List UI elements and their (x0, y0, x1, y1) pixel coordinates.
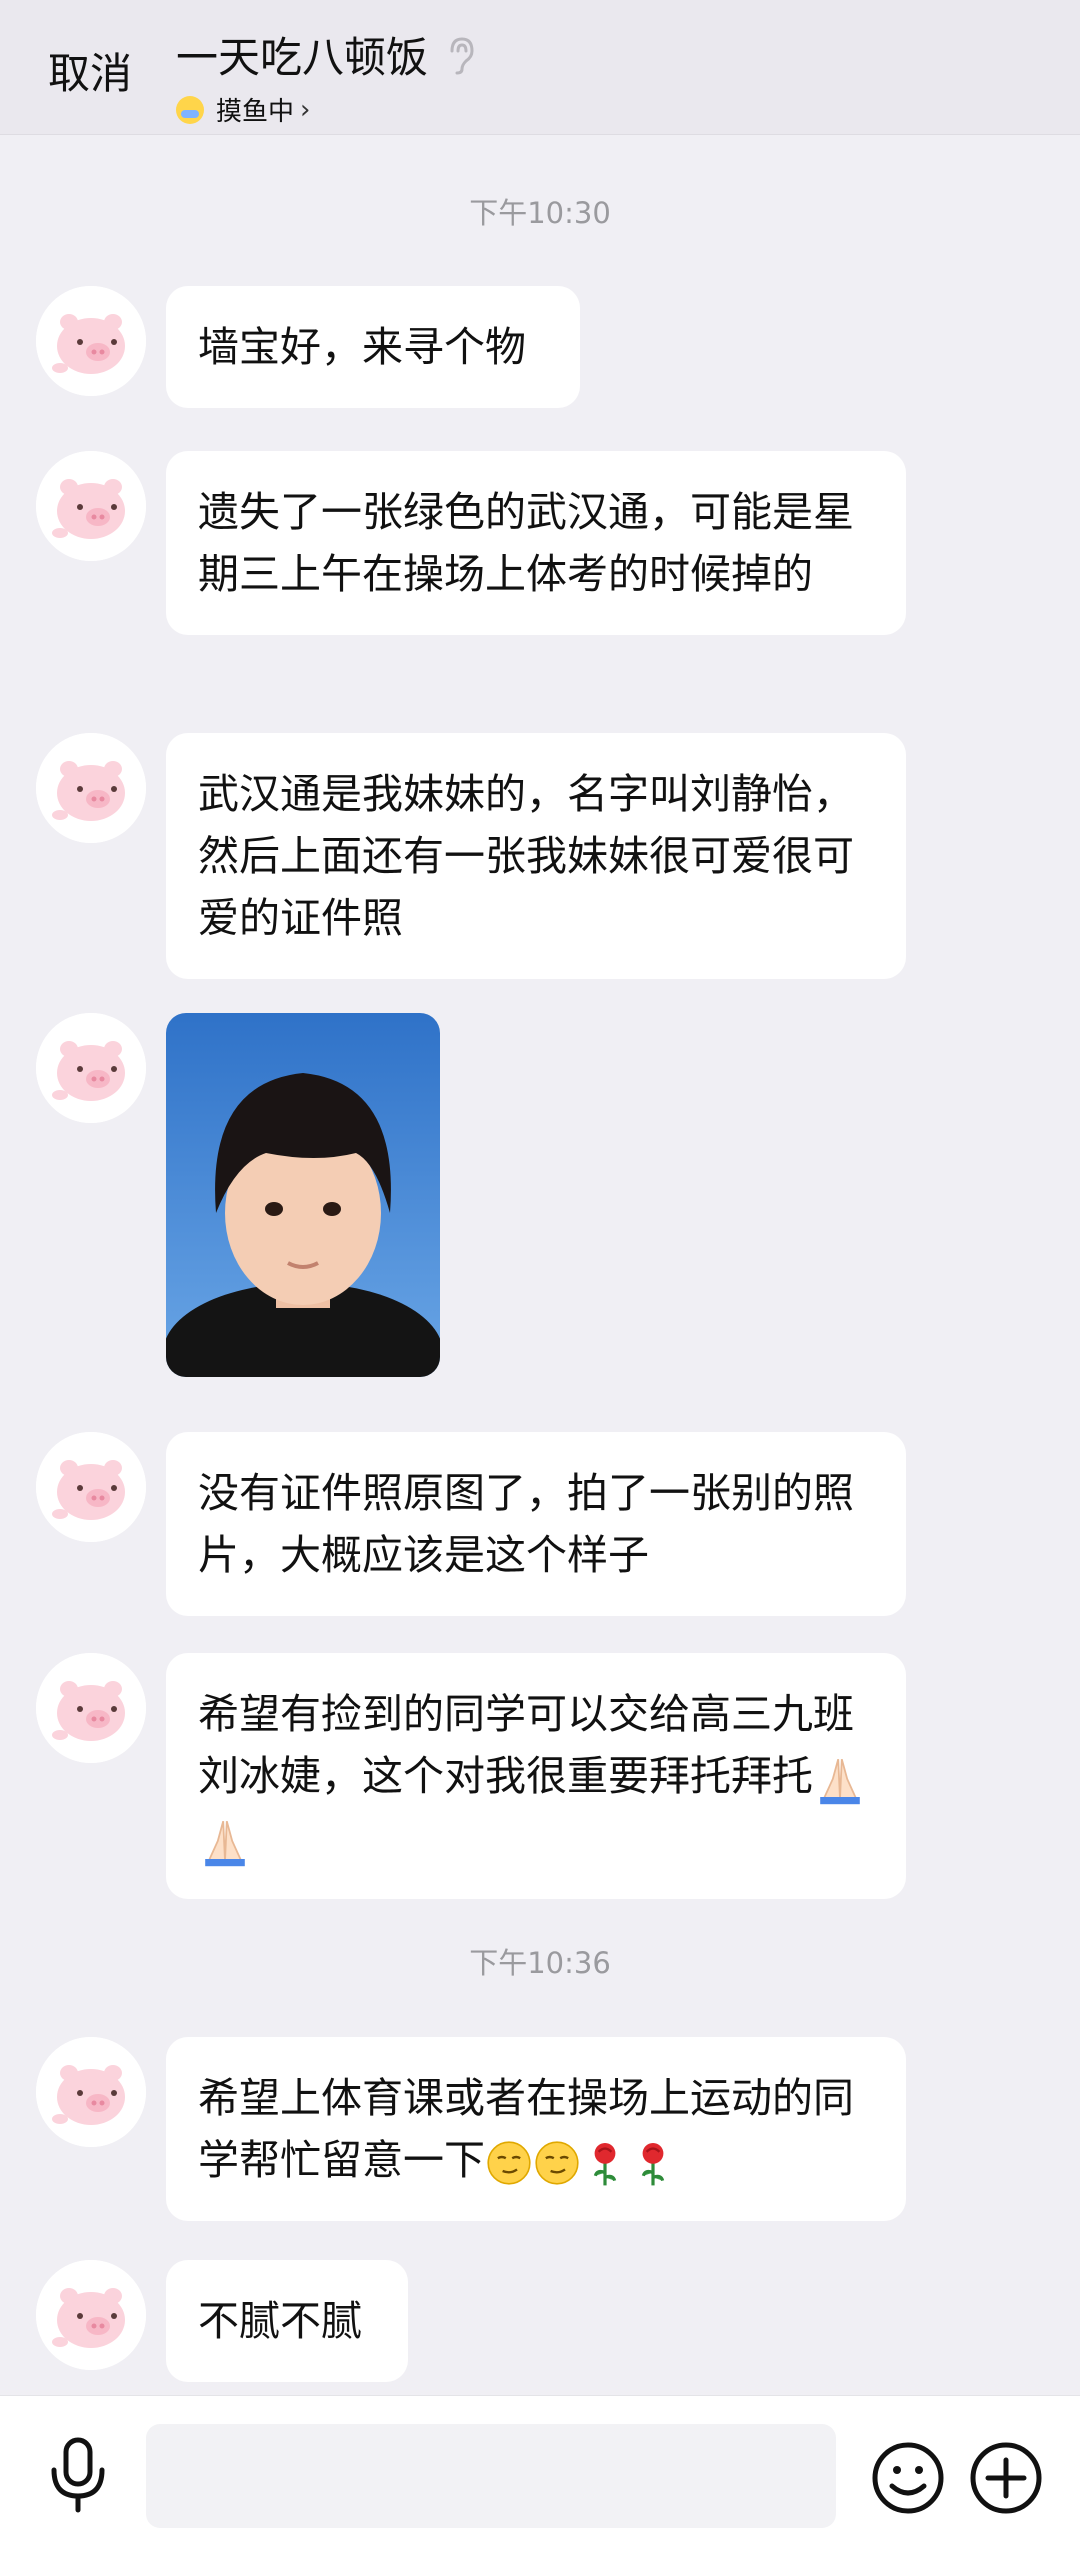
rose-icon (629, 2139, 677, 2187)
avatar[interactable] (36, 2037, 146, 2147)
message-bubble[interactable]: 没有证件照原图了，拍了一张别的照片，大概应该是这个样子 (166, 1432, 906, 1616)
cancel-button[interactable]: 取消 (48, 40, 132, 101)
pig-avatar-icon (36, 733, 146, 843)
smirk-face-icon (533, 2139, 581, 2187)
input-bar (0, 2395, 1080, 2559)
avatar[interactable] (36, 1653, 146, 1763)
rose-icon (581, 2139, 629, 2187)
message-text: 希望有捡到的同学可以交给高三九班刘冰婕，这个对我很重要拜托拜托 (198, 1690, 854, 1800)
status-emoji-icon (176, 95, 204, 124)
praying-hands-icon (198, 1814, 252, 1868)
pig-avatar-icon (36, 2037, 146, 2147)
pig-avatar-icon (36, 1653, 146, 1763)
pig-avatar-icon (36, 1432, 146, 1542)
chat-header: 取消 一天吃八顿饭 摸鱼中 › (0, 0, 1080, 135)
message-bubble[interactable]: 不腻不腻 (166, 2260, 408, 2382)
emoji-icon[interactable] (870, 2440, 946, 2516)
praying-hands-icon (813, 1752, 867, 1806)
message-bubble[interactable]: 希望上体育课或者在操场上运动的同学帮忙留意一下 (166, 2037, 906, 2221)
avatar[interactable] (36, 286, 146, 396)
chat-title-block: 一天吃八顿饭 摸鱼中 › (176, 24, 478, 128)
message-bubble[interactable]: 遗失了一张绿色的武汉通，可能是星期三上午在操场上体考的时候掉的 (166, 451, 906, 635)
timestamp: 下午10:30 (469, 196, 611, 230)
message-bubble[interactable]: 墙宝好，来寻个物 (166, 286, 580, 408)
message-input[interactable] (146, 2424, 836, 2528)
pig-avatar-icon (36, 286, 146, 396)
pig-avatar-icon (36, 1013, 146, 1123)
chevron-right-icon: › (300, 94, 311, 125)
chat-title: 一天吃八顿饭 (176, 33, 429, 82)
status-text: 摸鱼中 (216, 97, 295, 127)
plus-icon[interactable] (968, 2440, 1044, 2516)
avatar[interactable] (36, 733, 146, 843)
child-portrait-icon (166, 1013, 440, 1377)
pig-avatar-icon (36, 451, 146, 561)
avatar[interactable] (36, 451, 146, 561)
microphone-icon[interactable] (44, 2436, 112, 2516)
child-photo-image[interactable] (166, 1013, 440, 1377)
smirk-face-icon (485, 2139, 533, 2187)
ear-icon[interactable] (444, 35, 478, 75)
message-bubble[interactable]: 武汉通是我妹妹的，名字叫刘静怡，然后上面还有一张我妹妹很可爱很可爱的证件照 (166, 733, 906, 979)
pig-avatar-icon (36, 2260, 146, 2370)
timestamp: 下午10:36 (469, 1946, 611, 1980)
avatar[interactable] (36, 1432, 146, 1542)
status-row[interactable]: 摸鱼中 › (176, 91, 478, 128)
avatar[interactable] (36, 1013, 146, 1123)
avatar[interactable] (36, 2260, 146, 2370)
message-bubble[interactable]: 希望有捡到的同学可以交给高三九班刘冰婕，这个对我很重要拜托拜托 (166, 1653, 906, 1899)
